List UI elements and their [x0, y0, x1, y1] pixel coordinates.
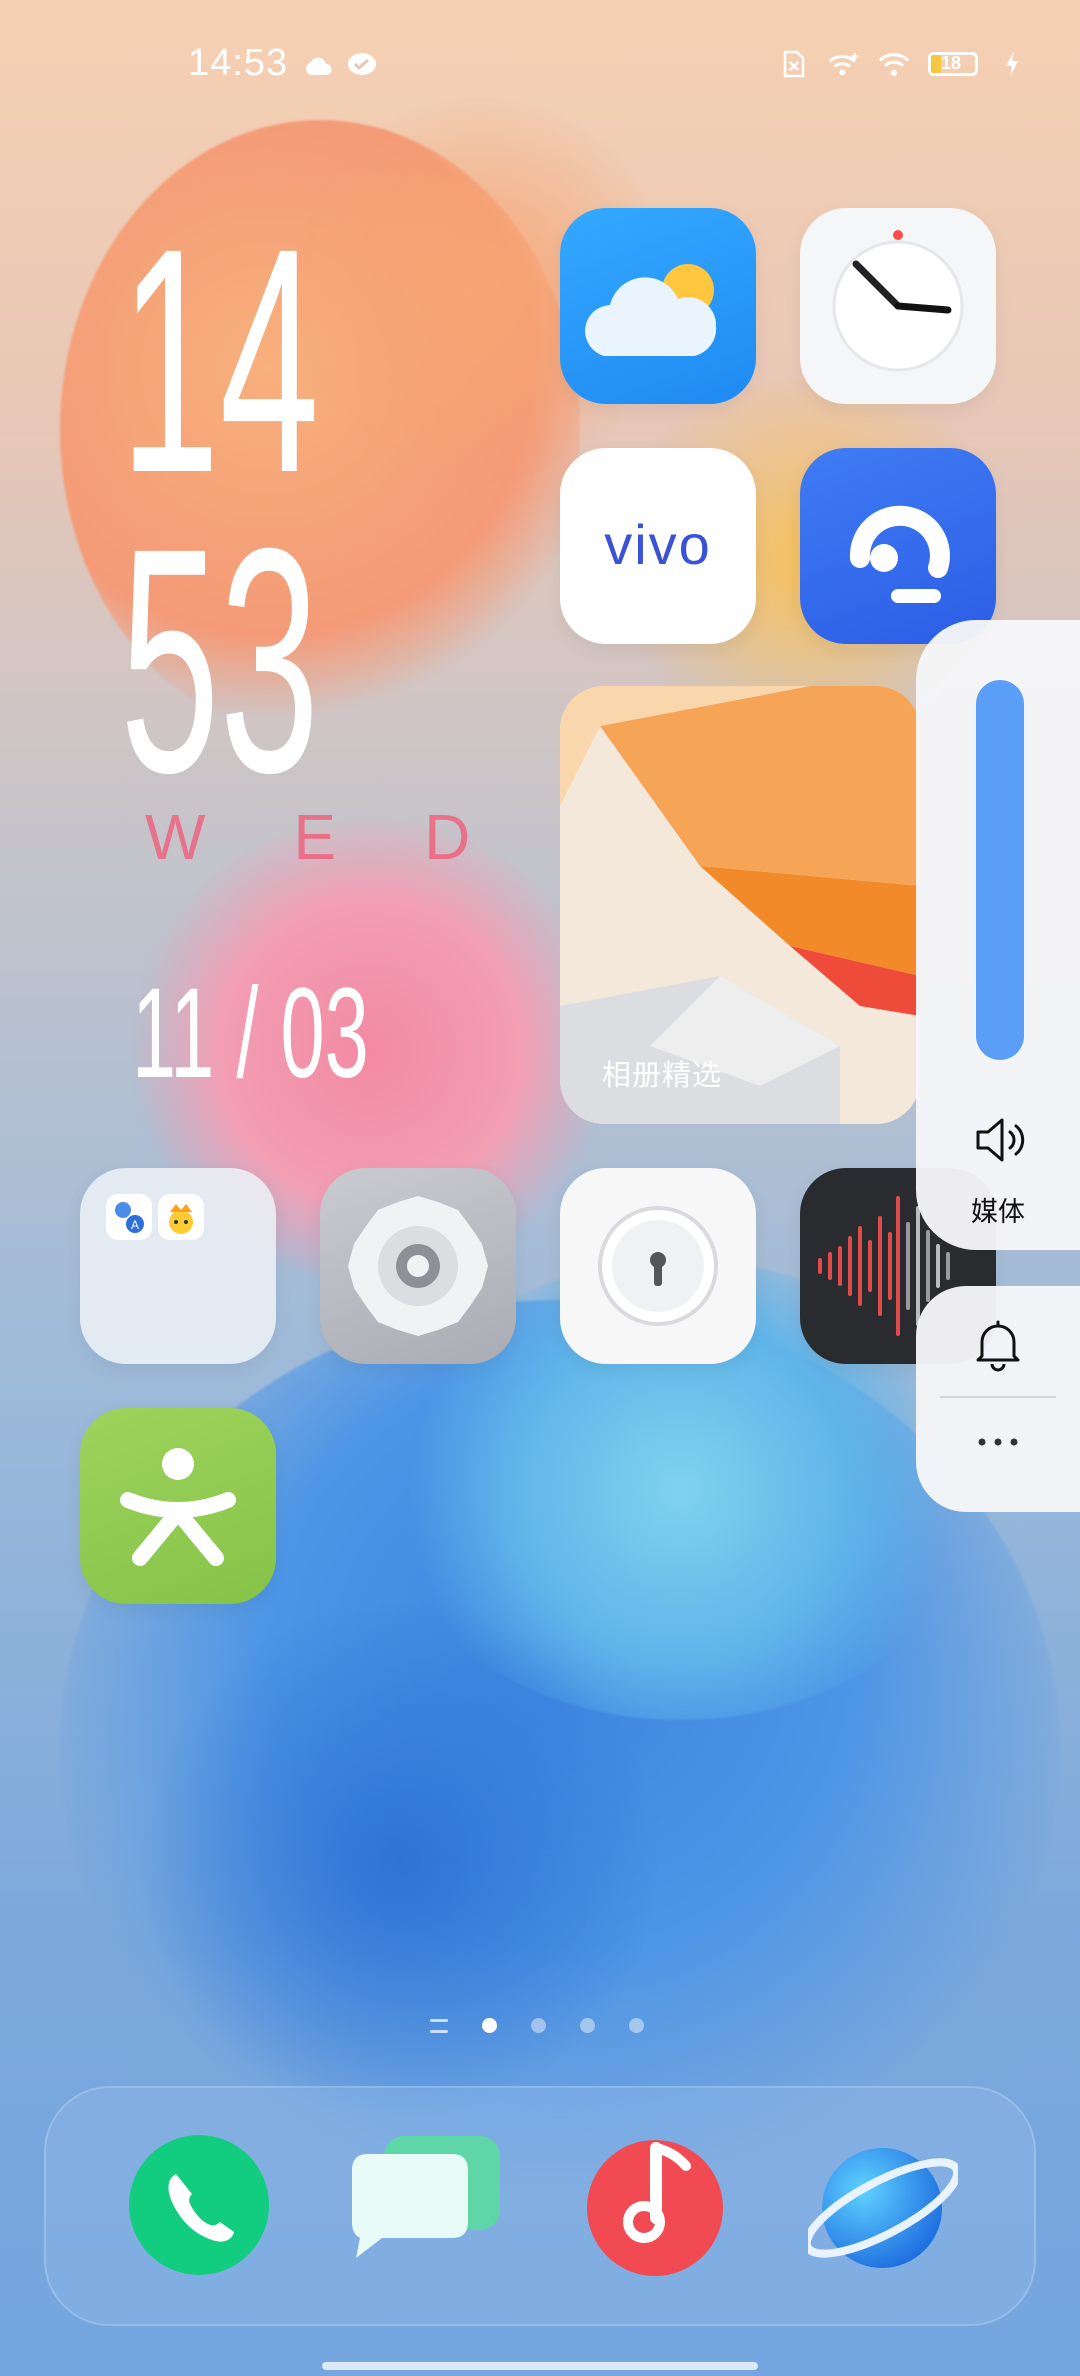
phone-app[interactable] [124, 2130, 274, 2280]
clock-app[interactable] [800, 208, 996, 404]
clock-hour: 14 [120, 181, 320, 539]
home-indicator[interactable] [322, 2362, 758, 2370]
clock-minute: 53 [120, 481, 320, 839]
gear-icon [348, 1196, 488, 1336]
customer-service-app[interactable] [800, 448, 996, 644]
planet-icon [802, 2148, 962, 2268]
photo-album-widget[interactable]: 相册精选 [560, 686, 920, 1124]
cloud-icon [302, 50, 334, 82]
panel-divider [940, 1396, 1056, 1398]
clock-date: 11 / 03 [132, 962, 369, 1105]
clock-day: WED [145, 801, 559, 873]
music-app[interactable] [580, 2130, 730, 2280]
page-dot [629, 2018, 644, 2033]
battery-level: 18 [941, 53, 962, 73]
chat-bubbles-icon [352, 2136, 500, 2258]
photo-widget-label: 相册精选 [602, 1060, 723, 1092]
bell-icon[interactable] [968, 1314, 1028, 1374]
weather-cloud-sun-icon [585, 264, 717, 356]
settings-app[interactable] [320, 1168, 516, 1364]
page-dot [580, 2018, 595, 2033]
password-manager-app[interactable] [560, 1168, 756, 1364]
folder-mini-translate-icon: A [106, 1194, 152, 1240]
more-options-icon[interactable] [968, 1422, 1028, 1462]
fitness-app[interactable] [80, 1408, 276, 1604]
volume-panel: 媒体 [916, 620, 1080, 1250]
person-stretch-icon [120, 1448, 236, 1566]
weather-app[interactable] [560, 208, 756, 404]
volume-slider[interactable] [976, 680, 1024, 1060]
lock-icon [598, 1206, 718, 1326]
browser-app[interactable] [802, 2130, 962, 2280]
app-folder[interactable]: A [80, 1168, 276, 1364]
message-bubble-icon [346, 50, 378, 82]
page-dot [531, 2018, 546, 2033]
charging-icon [996, 48, 1028, 80]
battery-icon: 18 [928, 52, 978, 76]
status-bar: 14:53 18 [0, 0, 1080, 140]
svg-text:A: A [131, 1218, 139, 1232]
clock-face-icon [832, 230, 964, 372]
vivo-logo-text: vivo [604, 513, 712, 576]
mobile-signal-icon [828, 48, 860, 80]
page-indicator-menu-icon [430, 2018, 448, 2033]
status-time: 14:53 [188, 42, 289, 84]
vivo-logo-icon: vivo [604, 513, 712, 576]
phone-icon [129, 2135, 269, 2275]
clock-widget[interactable]: 14 53 WED 11 / 03 [120, 181, 470, 1098]
wifi-icon [878, 48, 910, 80]
music-note-icon [587, 2140, 723, 2276]
speaker-icon[interactable] [970, 1110, 1030, 1170]
folder-mini-game-icon [158, 1194, 204, 1240]
vivo-app[interactable]: vivo [560, 448, 756, 644]
page-indicator[interactable] [430, 2018, 644, 2033]
messages-app[interactable] [350, 2130, 500, 2280]
sim-card-icon [778, 48, 810, 80]
volume-stream-label: 媒体 [971, 1197, 1025, 1227]
ringer-panel [916, 1286, 1080, 1512]
headset-icon [849, 505, 950, 603]
page-dot [482, 2018, 497, 2033]
